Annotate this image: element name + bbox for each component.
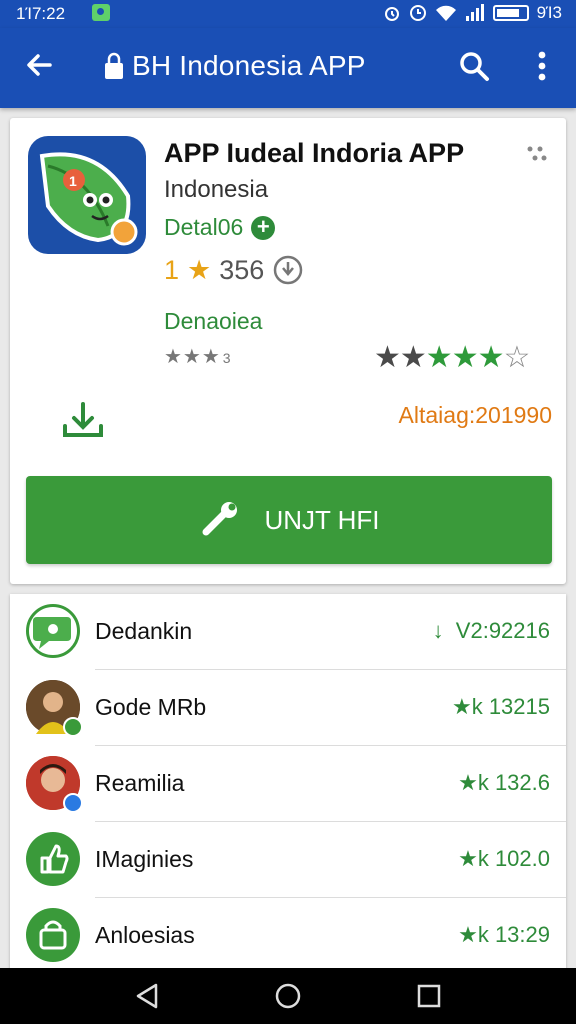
alarm-icon [384,7,399,21]
list-item-value: ★k 102.0 [458,846,550,871]
updated-date: Altaiag:201990 [398,402,552,428]
rating-count: 356 [219,254,265,285]
wrench-icon [202,502,238,536]
nav-home-icon[interactable] [274,982,302,1010]
avatar [26,680,83,737]
clock-icon [409,5,426,21]
detail-label: Detal06 [164,214,244,240]
status-time: 1Ί7:22 [16,4,66,23]
list-item-value: ↓ V2:92216 [432,618,550,643]
list-item-name: Anloesias [95,922,195,948]
verified-badge-icon [63,793,83,813]
status-bar: 1Ί7:22 9Ί3 [0,0,576,28]
small-stars-icon: ★★★ [164,346,221,368]
status-icons: 9Ί3 [383,3,562,23]
star-icon: ★★★ [425,341,505,374]
shopping-bag-icon [26,908,80,962]
small-stars-count: 3 [222,350,232,366]
overflow-dots-icon[interactable] [526,144,548,164]
list-item[interactable]: Reamilia ★k 132.6 [10,746,566,822]
related-list: Dedankin ↓ V2:92216 Gode MRb ★k 13215 Re… [10,594,566,970]
download-arrow-icon: ↓ [432,618,444,643]
nav-recents-icon[interactable] [416,982,442,1010]
app-name: APP Iudeal Indoria APP [164,138,465,168]
svg-text:1: 1 [69,173,77,189]
plus-circle-icon[interactable]: + [251,215,276,240]
info-circle-icon[interactable] [272,254,304,286]
system-nav-bar [0,968,576,1024]
list-item-name: Reamilia [95,770,185,796]
list-item[interactable]: Dedankin ↓ V2:92216 [10,594,566,670]
rating-value: 1 [164,254,180,285]
list-item-name: Gode MRb [95,694,207,720]
small-star-rating: ★★★ 3 [164,344,232,369]
list-item[interactable]: Anloesias ★k 13:29 [10,898,566,970]
app-details-card: 1 APP Iudeal Indoria APP Indonesia Detal… [10,118,566,584]
detail-link[interactable]: Detal06 + [164,214,276,241]
star-icon: ★★ [374,341,427,374]
list-item[interactable]: Gode MRb ★k 13215 [10,670,566,746]
list-item-name: IMaginies [95,846,194,872]
search-icon[interactable] [458,50,490,82]
star-rating[interactable]: ★★★★★☆ [374,340,530,375]
nav-back-icon[interactable] [134,982,160,1010]
thumbs-up-icon [26,832,80,886]
app-bar: BH Indonesia APP [0,28,576,108]
more-vert-icon[interactable] [528,48,556,84]
battery-text: 9Ί3 [536,3,562,22]
list-item-value: ★k 13:29 [458,922,550,947]
install-button[interactable]: UNJT HFI [26,476,552,564]
list-item-value: ★k 132.6 [458,770,550,795]
install-label: UNJT HFI [264,504,380,535]
verified-badge-icon [63,717,83,737]
app-bar-title: BH Indonesia APP [132,50,366,81]
chat-bubble-icon [26,604,80,658]
list-item-name: Dedankin [95,618,193,644]
category-label[interactable]: Denaoiea [164,308,262,335]
download-icon[interactable] [60,400,106,440]
back-arrow-icon[interactable] [24,50,54,80]
avatar [26,756,83,813]
lock-icon [105,52,123,79]
rating-row: 1 ★ 356 [164,254,304,286]
signal-icon [465,4,484,21]
list-item[interactable]: IMaginies ★k 102.0 [10,822,566,898]
gold-star-icon: ★ [187,254,212,285]
notification-icon [92,4,110,21]
empty-star-icon: ☆ [503,341,530,374]
developer-name[interactable]: Indonesia [164,176,268,204]
app-logo-icon: 1 [28,136,146,254]
wifi-icon [435,5,456,21]
battery-icon [492,5,529,21]
list-item-value: ★k 13215 [451,694,550,719]
